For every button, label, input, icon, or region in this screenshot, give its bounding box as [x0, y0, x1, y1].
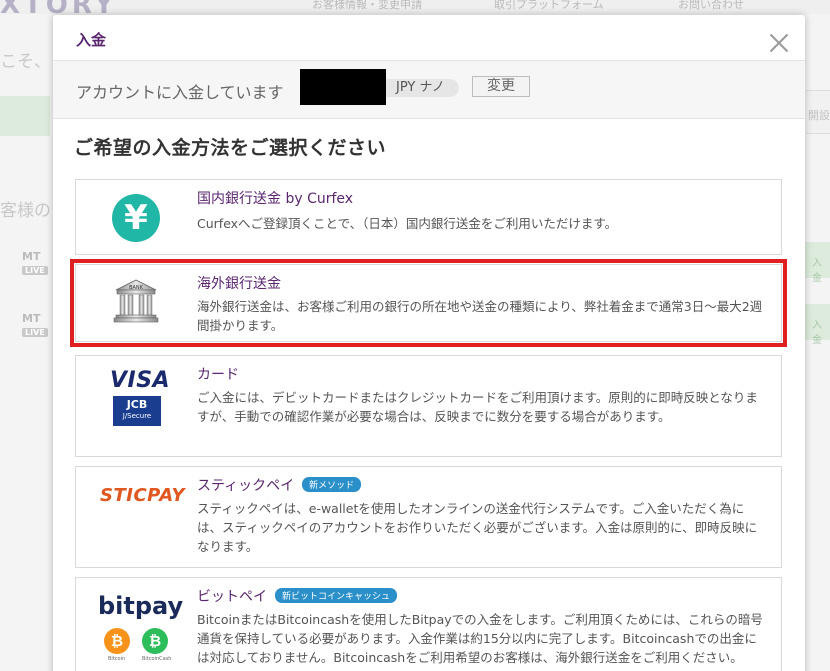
account-number-redacted: [300, 69, 386, 105]
visa-icon: VISA: [110, 368, 171, 393]
background-nav-item: お問い合わせ: [678, 0, 744, 11]
live-label: LIVE: [22, 266, 48, 275]
method-name: 国内銀行送金 by Curfex: [197, 191, 354, 207]
mt4-label: MT: [22, 250, 41, 263]
section-heading: ご希望の入金方法をご選択ください: [74, 137, 387, 159]
jcb-label: JCB: [126, 398, 148, 411]
background-text: 客様の: [0, 201, 51, 221]
bitcoincash-caption: BitcoinCash: [142, 656, 172, 662]
method-icon-area: VISA JCB J/Secure: [76, 356, 196, 456]
jcb-secure-label: J/Secure: [122, 412, 152, 420]
account-bar: アカウントに入金しています JPY ナノ 変更: [53, 61, 805, 119]
method-description: 海外銀行送金は、お客様ご利用の銀行の所在地や送金の種類により、弊社着金まで通常3…: [197, 299, 763, 333]
background-banner: [0, 96, 50, 136]
payment-method-card[interactable]: VISA JCB J/Secure カード ご入金には、デビットカードまたはクレ…: [75, 355, 782, 457]
background-mt4-badge: MT LIVE: [0, 312, 50, 350]
bitpay-logo-icon: bitpay: [98, 592, 184, 620]
payment-method-overseas-bank[interactable]: BANK 海外銀行送金 海外銀行送金は、お客様ご利用の銀行の所在地や送金の種類に…: [70, 259, 787, 347]
method-description: スティックペイは、e-walletを使用したオンラインの送金代行システムです。ご…: [197, 501, 758, 554]
new-bitcoincash-badge: 新ビットコインキャッシュ: [275, 588, 398, 603]
method-name: カード: [197, 367, 239, 383]
background-deposit-button: 入金: [802, 242, 830, 284]
payment-method-domestic-bank[interactable]: ¥ 国内銀行送金 by Curfex Curfexへご登録頂くことで、（日本）国…: [75, 179, 782, 255]
method-name: 海外銀行送金: [197, 276, 281, 292]
background-text: こそ、: [0, 52, 51, 72]
method-icon-area: STICPAY: [76, 467, 196, 567]
method-description: BitcoinまたはBitcoincashを使用したBitpayでの入金をします…: [197, 612, 763, 665]
jcb-icon: JCB J/Secure: [113, 396, 161, 426]
background-nav-item: お客様情報・変更申請: [312, 0, 422, 11]
payment-method-list: ¥ 国内銀行送金 by Curfex Curfexへご登録頂くことで、（日本）国…: [70, 179, 787, 671]
new-method-badge: 新メソッド: [302, 477, 362, 492]
method-icon-area: ¥: [76, 180, 196, 254]
bitcoincash-icon: ₿: [142, 628, 168, 654]
method-description: ご入金には、デビットカードまたはクレジットカードをご利用頂けます。原則的に即時反…: [197, 390, 758, 424]
method-description: Curfexへご登録頂くことで、（日本）国内銀行送金をご利用いただけます。: [197, 216, 618, 231]
modal-header: 入金: [53, 15, 805, 61]
background-nav-item: 取引プラットフォーム: [494, 0, 604, 11]
deposit-modal: 入金 アカウントに入金しています JPY ナノ 変更 ご希望の入金方法をご選択く…: [53, 15, 805, 671]
method-name: スティックペイ: [197, 478, 295, 494]
close-icon[interactable]: [769, 33, 789, 53]
method-icon-area: BANK: [76, 265, 196, 341]
live-label: LIVE: [22, 328, 48, 337]
method-name: ビットペイ: [197, 589, 267, 605]
sticpay-logo-icon: STICPAY: [100, 485, 186, 506]
background-deposit-button: 入金: [802, 304, 830, 346]
bitcoin-icon: ₿: [104, 628, 130, 654]
currency-badge: JPY ナノ: [386, 79, 459, 97]
bank-icon: BANK: [113, 279, 159, 323]
account-text: アカウントに入金しています: [76, 83, 284, 102]
modal-title: 入金: [76, 31, 107, 49]
bitcoin-caption: Bitcoin: [108, 656, 126, 662]
yen-icon: ¥: [112, 194, 160, 242]
payment-method-sticpay[interactable]: STICPAY スティックペイ 新メソッド スティックペイは、e-walletを使…: [75, 466, 782, 568]
change-account-button[interactable]: 変更: [472, 76, 530, 97]
payment-method-bitpay[interactable]: bitpay ₿ ₿ Bitcoin BitcoinCash ビットペイ 新ビット…: [75, 577, 782, 671]
mt4-label: MT: [22, 312, 41, 325]
method-icon-area: bitpay ₿ ₿ Bitcoin BitcoinCash: [76, 578, 196, 671]
background-mt4-badge: MT LIVE: [0, 250, 50, 288]
background-open-button: 開設: [806, 90, 830, 134]
method-name-row: スティックペイ 新メソッド: [197, 475, 362, 495]
method-name-row: ビットペイ 新ビットコインキャッシュ: [197, 586, 398, 606]
